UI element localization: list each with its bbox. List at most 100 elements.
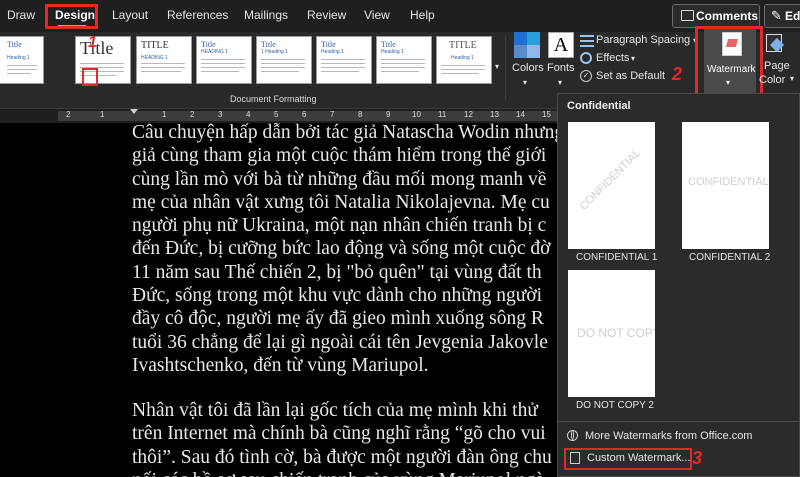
text-line: đến Đức, bị cưỡng bức lao động và sống m… <box>132 238 551 260</box>
chevron-down-icon: ▾ <box>790 74 795 83</box>
more-watermarks-menu-item[interactable]: More Watermarks from Office.com <box>564 428 794 448</box>
indent-marker[interactable] <box>130 109 138 114</box>
annotation-box-step1 <box>82 68 98 86</box>
thumb-title: Title <box>201 40 216 49</box>
tab-references[interactable]: References <box>167 8 228 22</box>
custom-watermark-label: Custom Watermark... <box>587 452 691 464</box>
ruler-number: 3 <box>218 110 223 119</box>
custom-watermark-menu-item[interactable]: Custom Watermark... <box>564 448 692 470</box>
style-set-thumbnail[interactable]: Title Heading 1 <box>0 36 44 84</box>
ruler-number: 5 <box>274 110 279 119</box>
style-set-thumbnail[interactable]: Title HEADING 1 <box>196 36 252 84</box>
ribbon-divider <box>505 36 506 100</box>
thumb-heading: HEADING 1 <box>141 55 168 61</box>
color-swatch <box>527 32 540 45</box>
watermark-preview-text: DO NOT COPY <box>577 326 655 340</box>
text-line: thôi”. Sau đó tình cờ, bà được một người… <box>132 446 552 468</box>
watermark-option-confidential-2[interactable]: CONFIDENTIAL <box>682 122 769 249</box>
style-set-thumbnail[interactable]: TITLE Heading 1 <box>436 36 492 84</box>
color-swatch <box>514 45 527 58</box>
style-set-thumbnail[interactable]: TITLE HEADING 1 <box>136 36 192 84</box>
page-color-icon <box>764 34 784 54</box>
color-swatch <box>527 45 540 58</box>
ruler-number: 13 <box>490 110 499 119</box>
colors-icon <box>514 32 540 58</box>
thumb-title: Title <box>7 40 22 49</box>
text-line: mẹ của nhân vật xưng tôi Natalia Nikolaj… <box>132 191 550 213</box>
document-icon <box>570 452 580 464</box>
page-color-label-2: Color <box>759 74 786 86</box>
thumb-title: Title <box>261 40 276 49</box>
comments-button[interactable]: Comments <box>672 4 760 28</box>
ruler-number: 11 <box>438 110 447 119</box>
ruler-number: 2 <box>66 110 71 119</box>
text-line: tuổi 36 chẳng để lại gì ngoài cái tên Je… <box>132 331 548 353</box>
set-as-default-label: Set as Default <box>596 70 666 82</box>
thumb-title: TITLE <box>141 40 169 51</box>
paragraph-spacing-icon <box>580 35 594 47</box>
tab-view[interactable]: View <box>364 8 390 22</box>
ruler-number: 7 <box>330 110 335 119</box>
editing-button[interactable]: ✎ Editi <box>764 4 800 28</box>
paragraph-spacing-label: Paragraph Spacing <box>596 34 691 46</box>
annotation-step-1: 1 <box>88 34 97 51</box>
text-line: Nhân vật tôi đã lần lại gốc tích của mẹ … <box>132 400 538 421</box>
tab-help[interactable]: Help <box>410 8 435 22</box>
comments-label: Comments <box>696 9 759 23</box>
ruler-number: 1 <box>100 110 105 119</box>
ruler-number: 2 <box>190 110 195 119</box>
effects-label: Effects <box>596 52 630 64</box>
annotation-step-2: 2 <box>672 64 683 84</box>
text-line: Ivashtschenko, đến từ vùng Mariupol. <box>132 354 429 376</box>
chevron-down-icon: ▾ <box>631 54 636 63</box>
ruler-number: 6 <box>302 110 307 119</box>
style-set-thumbnail[interactable]: Title 1 Heading 1 <box>256 36 312 84</box>
chevron-down-icon: ▾ <box>558 78 563 87</box>
document-paragraph-1[interactable]: Câu chuyện hấp dẫn bởi tác giả Natascha … <box>132 123 560 377</box>
thumb-heading: Heading 1 <box>451 55 474 61</box>
document-paragraph-2[interactable]: Nhân vật tôi đã lần lại gốc tích của mẹ … <box>132 399 560 477</box>
watermark-option-label: CONFIDENTIAL 1 <box>576 252 658 263</box>
text-line: giả cùng tham gia một cuộc thám hiểm tro… <box>132 145 547 167</box>
menu-divider <box>558 421 800 422</box>
thumb-heading: Heading 1 <box>321 49 344 55</box>
text-line: Câu chuyện hấp dẫn bởi tác giả Natascha … <box>132 123 560 143</box>
text-line: đầy cô độc, người mẹ ấy đã gieo mình xuố… <box>132 308 544 330</box>
thumb-title: TITLE <box>449 40 477 51</box>
watermark-option-label: CONFIDENTIAL 2 <box>689 252 771 263</box>
annotation-box-design <box>45 4 98 29</box>
text-line: cùng lần mò với bà từ những đầu mối mong… <box>132 168 547 190</box>
thumb-heading: HEADING 1 <box>201 49 228 55</box>
watermark-option-do-not-copy-2[interactable]: DO NOT COPY <box>568 270 655 397</box>
pencil-icon: ✎ <box>771 8 782 23</box>
watermark-preview-text: CONFIDENTIAL <box>688 176 769 188</box>
tab-layout[interactable]: Layout <box>112 8 148 22</box>
style-set-thumbnail[interactable]: Title Heading 1 <box>376 36 432 84</box>
watermark-dropdown: Confidential CONFIDENTIAL CONFIDENTIAL 1… <box>557 93 800 477</box>
text-line: 11 năm sau Thế chiến 2, bị "bỏ quên" tại… <box>132 261 542 283</box>
ruler-number: 12 <box>464 110 473 119</box>
tab-mailings[interactable]: Mailings <box>244 8 288 22</box>
menu-bar: Draw Design Layout References Mailings R… <box>0 0 800 32</box>
fonts-icon: A <box>548 32 574 58</box>
thumb-title: Title <box>321 40 336 49</box>
ruler-number: 15 <box>542 110 551 119</box>
watermark-preview-text: CONFIDENTIAL <box>577 147 644 213</box>
ruler-number: 14 <box>516 110 525 119</box>
text-line: nối các hồ sơ sau chiến tranh của vùng M… <box>132 469 560 477</box>
tab-review[interactable]: Review <box>307 8 346 22</box>
document-canvas[interactable]: Câu chuyện hấp dẫn bởi tác giả Natascha … <box>0 123 560 477</box>
style-set-thumbnail[interactable]: Title Heading 1 <box>316 36 372 84</box>
ruler-number: 4 <box>246 110 251 119</box>
horizontal-ruler[interactable]: 2 1 1 2 3 4 5 6 7 8 9 10 11 12 13 14 15 <box>0 109 560 123</box>
thumb-heading: Heading 1 <box>381 49 404 55</box>
thumb-heading: 1 Heading 1 <box>261 49 288 55</box>
watermark-option-confidential-1[interactable]: CONFIDENTIAL <box>568 122 655 249</box>
dropdown-section-header: Confidential <box>567 100 631 112</box>
editing-label: Editi <box>785 9 800 23</box>
globe-icon <box>567 430 578 441</box>
text-line: trên Internet mà chính bà cũng nghĩ rằng… <box>132 423 546 445</box>
gallery-scroll-down[interactable]: ▾ <box>495 62 499 71</box>
watermark-option-label: DO NOT COPY 2 <box>576 400 654 411</box>
tab-draw[interactable]: Draw <box>7 8 35 22</box>
